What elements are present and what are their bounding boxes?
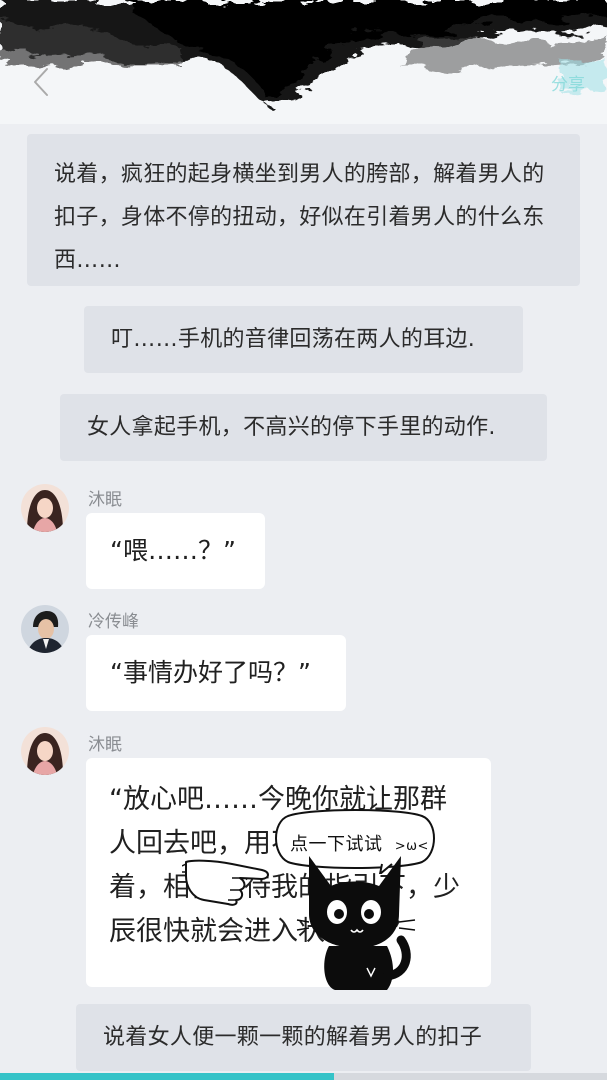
narration-1: 说着，疯狂的起身横坐到男人的胯部，解着男人的扣子，身体不停的扭动，好似在引着男人… (27, 134, 580, 286)
reading-progress-fill (0, 1073, 334, 1080)
reading-progress-bar (0, 1073, 607, 1080)
chat-bubble: “喂……？” (86, 513, 265, 589)
sender-name: 沐眠 (88, 490, 122, 510)
chevron-left-icon (34, 68, 48, 96)
header-bar: 分享 (0, 0, 607, 124)
avatar-lengchuanfeng[interactable] (21, 605, 69, 653)
narration-4: 说着女人便一颗一颗的解着男人的扣子 (76, 1004, 531, 1071)
sender-name: 冷传峰 (88, 612, 139, 632)
pointing-hand-icon (182, 859, 269, 906)
narration-2: 叮……手机的音律回荡在两人的耳边. (84, 306, 523, 373)
black-cat-mascot-icon[interactable] (295, 850, 420, 992)
narration-3: 女人拿起手机，不高兴的停下手里的动作. (60, 394, 547, 461)
share-button[interactable]: 分享 (551, 70, 585, 98)
ink-wash-decoration (0, 0, 607, 108)
sender-name: 沐眠 (88, 735, 122, 755)
avatar-mumian[interactable] (21, 484, 69, 532)
back-button[interactable] (24, 62, 58, 102)
avatar-mumian[interactable] (21, 727, 69, 775)
chat-bubble: “事情办好了吗？” (86, 635, 346, 711)
